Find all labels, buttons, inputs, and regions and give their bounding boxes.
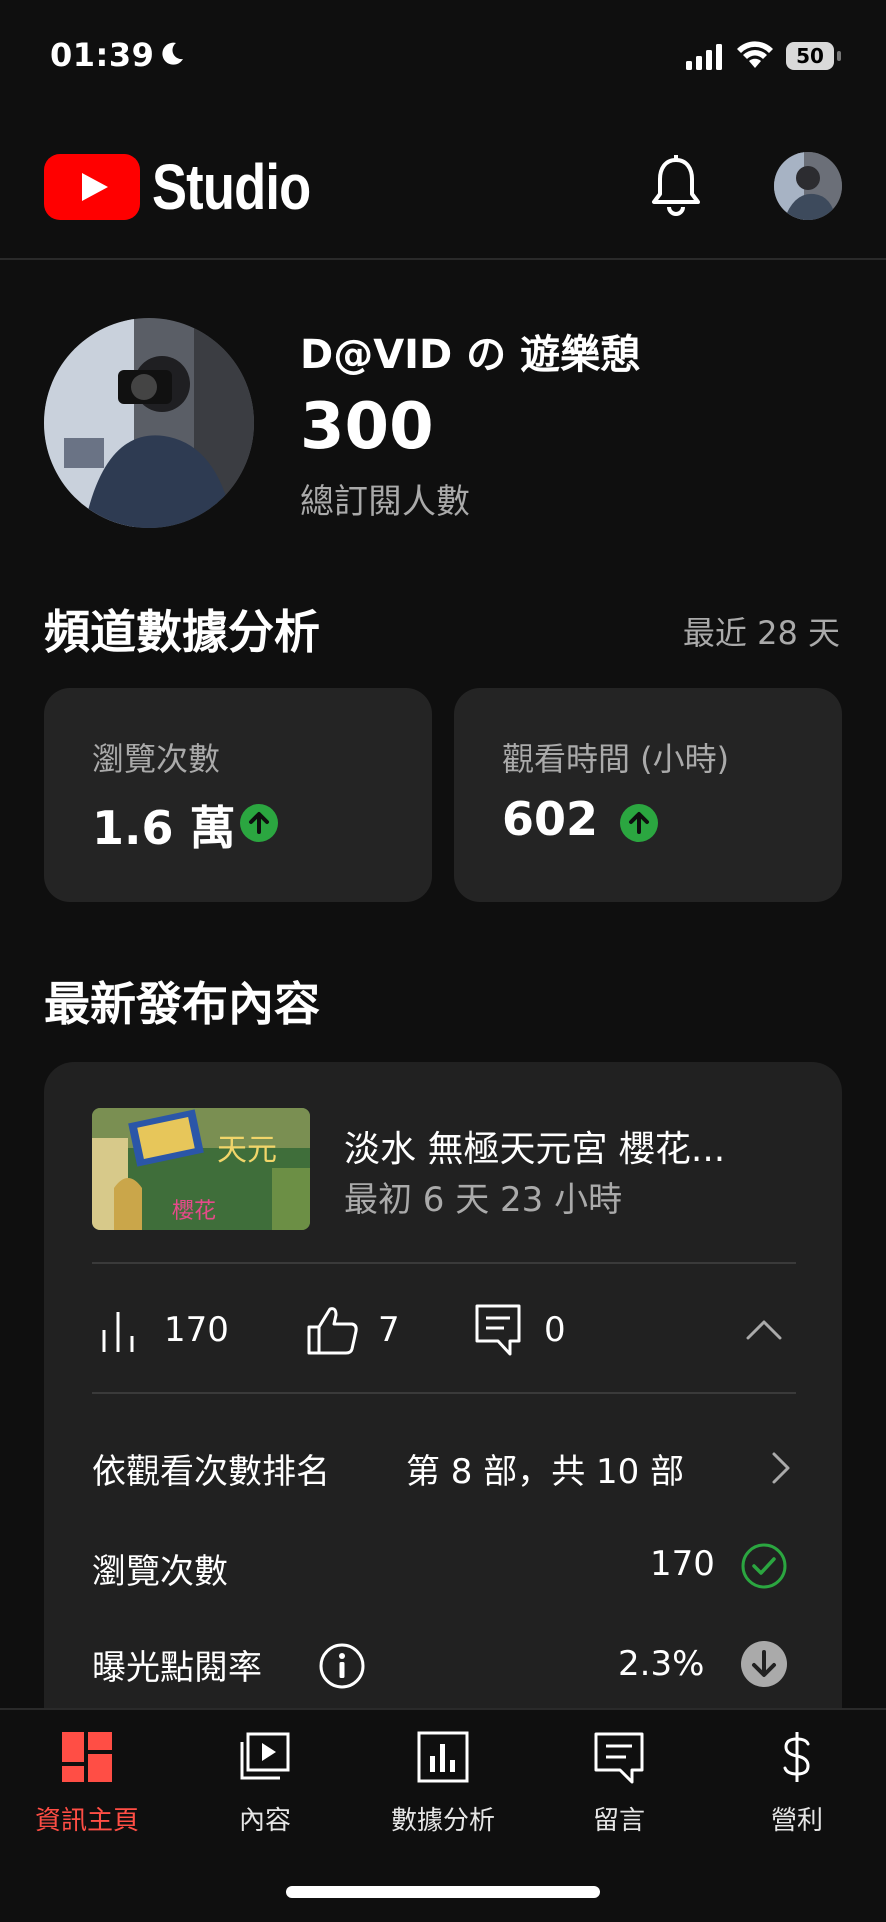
video-title[interactable]: 淡水 無極天元宮 櫻花... xyxy=(344,1120,725,1172)
nav-comments[interactable]: 留言 xyxy=(544,1730,694,1850)
moon-icon xyxy=(162,42,183,65)
chevron-up-icon[interactable] xyxy=(744,1310,784,1350)
stat-value: 602 xyxy=(502,792,599,846)
channel-avatar[interactable] xyxy=(44,318,254,528)
home-indicator[interactable] xyxy=(286,1886,600,1898)
likes-metric: 7 xyxy=(306,1302,400,1358)
account-avatar[interactable] xyxy=(774,152,842,220)
video-age: 最初 6 天 23 小時 xyxy=(344,1180,623,1220)
dashboard-icon xyxy=(62,1732,112,1782)
views-card[interactable]: 瀏覽次數 1.6 萬 xyxy=(44,688,432,902)
comments-count: 0 xyxy=(544,1310,566,1350)
watch-time-card[interactable]: 觀看時間 (小時) 602 xyxy=(454,688,842,902)
likes-count: 7 xyxy=(378,1310,400,1350)
nav-earn[interactable]: 營利 xyxy=(722,1730,872,1850)
stat-label: 觀看時間 (小時) xyxy=(502,740,730,778)
battery-icon: 50 xyxy=(786,42,842,70)
nav-analytics[interactable]: 數據分析 xyxy=(368,1730,518,1850)
thumbs-up-icon xyxy=(307,1307,358,1355)
chevron-right-icon xyxy=(772,1452,790,1484)
comments-icon xyxy=(594,1732,644,1784)
comments-metric: 0 xyxy=(474,1302,566,1358)
views-row-label: 瀏覽次數 xyxy=(92,1552,228,1592)
nav-label: 內容 xyxy=(238,1806,291,1836)
views-metric: 170 xyxy=(100,1302,229,1358)
nav-label: 數據分析 xyxy=(390,1806,495,1836)
latest-title: 最新發布內容 xyxy=(44,977,320,1031)
info-icon[interactable] xyxy=(318,1642,366,1690)
content-icon xyxy=(240,1732,290,1780)
divider xyxy=(92,1392,796,1394)
subscriber-label: 總訂閱人數 xyxy=(300,482,470,522)
nav-label: 資訊主頁 xyxy=(34,1806,139,1836)
stat-value: 1.6 萬 xyxy=(92,801,236,855)
ctr-row-value: 2.3% xyxy=(618,1644,705,1684)
trend-up-icon xyxy=(620,804,658,842)
rank-value: 第 8 部，共 10 部 xyxy=(406,1452,685,1492)
status-time: 01:39 xyxy=(50,36,155,74)
comment-icon xyxy=(475,1304,521,1356)
check-circle-icon xyxy=(741,1543,787,1589)
analytics-title: 頻道數據分析 xyxy=(44,605,320,659)
channel-name: D@VID の 遊樂憩 xyxy=(300,332,641,378)
trend-up-icon xyxy=(240,804,278,842)
stat-label: 瀏覽次數 xyxy=(92,740,221,778)
wifi-icon xyxy=(737,41,773,68)
analytics-icon xyxy=(417,1731,469,1783)
nav-content[interactable]: 內容 xyxy=(190,1730,340,1850)
views-row-value: 170 xyxy=(650,1544,715,1584)
bar-chart-icon xyxy=(102,1312,134,1352)
views-count: 170 xyxy=(164,1310,229,1350)
video-thumbnail[interactable]: 天元 櫻花 xyxy=(92,1108,310,1230)
dollar-icon xyxy=(783,1732,810,1782)
youtube-logo-icon[interactable] xyxy=(44,154,140,220)
analytics-period: 最近 28 天 xyxy=(682,614,840,652)
subscriber-count: 300 xyxy=(300,390,434,464)
nav-label: 留言 xyxy=(592,1806,645,1836)
rank-label: 依觀看次數排名 xyxy=(92,1452,330,1492)
trend-down-icon xyxy=(741,1641,787,1687)
status-bar: 01:39 50 xyxy=(0,0,886,110)
divider xyxy=(92,1262,796,1264)
studio-brand: Studio xyxy=(152,151,311,223)
svg-text:櫻花: 櫻花 xyxy=(172,1199,216,1224)
bell-icon[interactable] xyxy=(648,154,704,218)
ctr-row-label: 曝光點閱率 xyxy=(92,1648,262,1688)
app-header: Studio xyxy=(0,110,886,260)
svg-text:天元: 天元 xyxy=(217,1133,277,1168)
latest-content-card: 天元 櫻花 淡水 無極天元宮 櫻花... 最初 6 天 23 小時 170 7 … xyxy=(44,1062,842,1782)
nav-label: 營利 xyxy=(770,1806,823,1836)
battery-level: 50 xyxy=(786,42,834,70)
nav-dashboard[interactable]: 資訊主頁 xyxy=(12,1730,162,1850)
signal-icon xyxy=(686,44,722,70)
